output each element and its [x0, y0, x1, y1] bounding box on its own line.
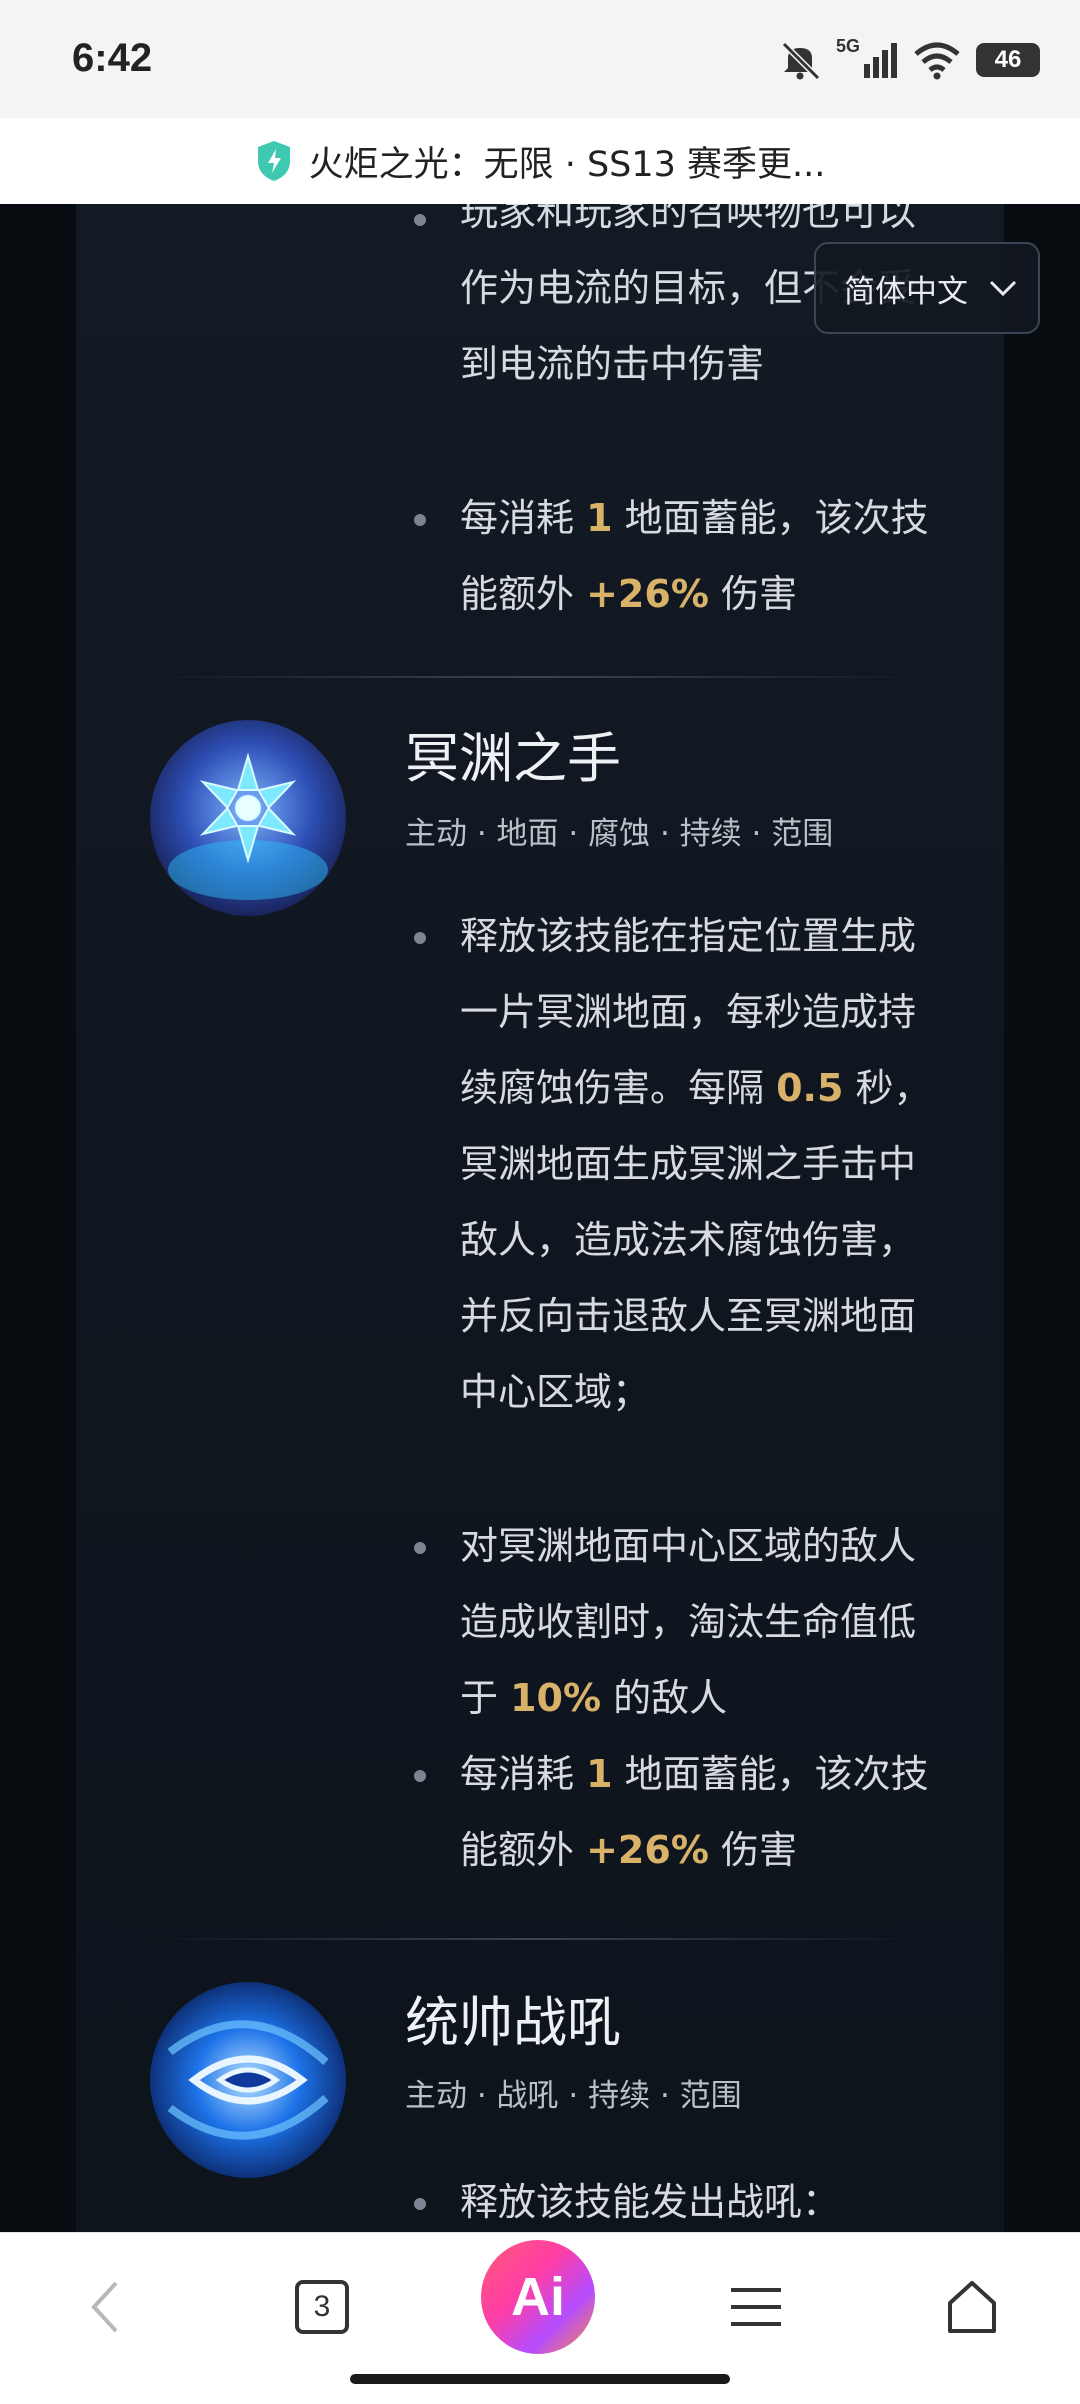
bullet-dot: [414, 932, 426, 944]
status-icons: 5G 46: [778, 36, 1040, 80]
status-bar: 6:42 5G 46: [0, 0, 1080, 118]
divider: [150, 676, 920, 678]
page-title: 火炬之光：无限 · SS13 赛季更...: [308, 144, 826, 185]
status-time: 6:42: [72, 36, 153, 80]
web-content[interactable]: 玩家和玩家的召唤物也可以作为电流的目标，但不会受到电流的击中伤害 每消耗 1 地…: [0, 204, 1080, 2232]
skill-desc-bullet: 每消耗 1 地面蓄能，该次技能额外 +26% 伤害: [460, 480, 940, 632]
home-button[interactable]: [932, 2267, 1012, 2347]
highlight-number: +26%: [586, 1828, 709, 1872]
skill-desc-bullet: 释放该技能发出战吼：: [460, 2180, 841, 2224]
text-run: 每消耗: [460, 1752, 587, 1796]
battery-indicator: 46: [976, 43, 1040, 77]
text-run: 伤害: [708, 572, 797, 616]
bullet-dot: [414, 514, 426, 526]
chevron-down-icon: [989, 280, 1017, 297]
home-indicator[interactable]: [350, 2374, 730, 2384]
skill-name: 冥渊之手: [405, 727, 621, 790]
skill-tags: 主动 · 地面 · 腐蚀 · 持续 · 范围: [405, 816, 834, 852]
text-run: 每消耗: [460, 496, 587, 540]
highlight-number: +26%: [586, 572, 709, 616]
browser-title-bar[interactable]: 火炬之光：无限 · SS13 赛季更...: [0, 118, 1080, 205]
back-button[interactable]: [66, 2267, 146, 2347]
skill-desc-bullet: 每消耗 1 地面蓄能，该次技能额外 +26% 伤害: [460, 1736, 940, 1888]
highlight-number: 10%: [510, 1676, 602, 1720]
language-select[interactable]: 简体中文: [814, 242, 1040, 334]
ai-icon: Ai: [481, 2240, 595, 2354]
skill-icon-abyss-hand: [150, 720, 346, 916]
signal-icon: 5G: [836, 36, 898, 80]
language-select-label: 简体中文: [844, 273, 968, 310]
shield-icon: [257, 141, 290, 181]
menu-button[interactable]: [716, 2267, 796, 2347]
highlight-number: 1: [586, 1752, 613, 1796]
tab-count-icon: 3: [295, 2280, 349, 2334]
bullet-dot: [414, 214, 426, 226]
bullet-dot: [414, 1770, 426, 1782]
text-run: 伤害: [708, 1828, 797, 1872]
bullet-dot: [414, 2198, 426, 2210]
highlight-number: 1: [586, 496, 613, 540]
tabs-button[interactable]: 3: [282, 2267, 362, 2347]
divider: [150, 1938, 920, 1940]
skill-desc-bullet: 释放该技能在指定位置生成一片冥渊地面，每秒造成持续腐蚀伤害。每隔 0.5 秒，冥…: [460, 898, 940, 1430]
text-run: 的敌人: [601, 1676, 728, 1720]
menu-icon: [731, 2288, 781, 2326]
skill-icon-command-roar: [150, 1982, 346, 2178]
skill-name: 统帅战吼: [405, 1991, 621, 2054]
bullet-dot: [414, 1542, 426, 1554]
chevron-left-icon: [91, 2281, 118, 2333]
skill-tags: 主动 · 战吼 · 持续 · 范围: [405, 2078, 742, 2114]
ai-assistant-button[interactable]: Ai: [478, 2237, 598, 2357]
wifi-icon: [914, 42, 960, 80]
mute-icon: [781, 41, 821, 80]
highlight-number: 0.5: [776, 1066, 844, 1110]
skill-desc-bullet: 对冥渊地面中心区域的敌人造成收割时，淘汰生命值低于 10% 的敌人: [460, 1508, 940, 1736]
home-icon: [948, 2281, 996, 2333]
text-run: 秒，冥渊地面生成冥渊之手击中敌人，造成法术腐蚀伤害，并反向击退敌人至冥渊地面中心…: [460, 1066, 932, 1414]
